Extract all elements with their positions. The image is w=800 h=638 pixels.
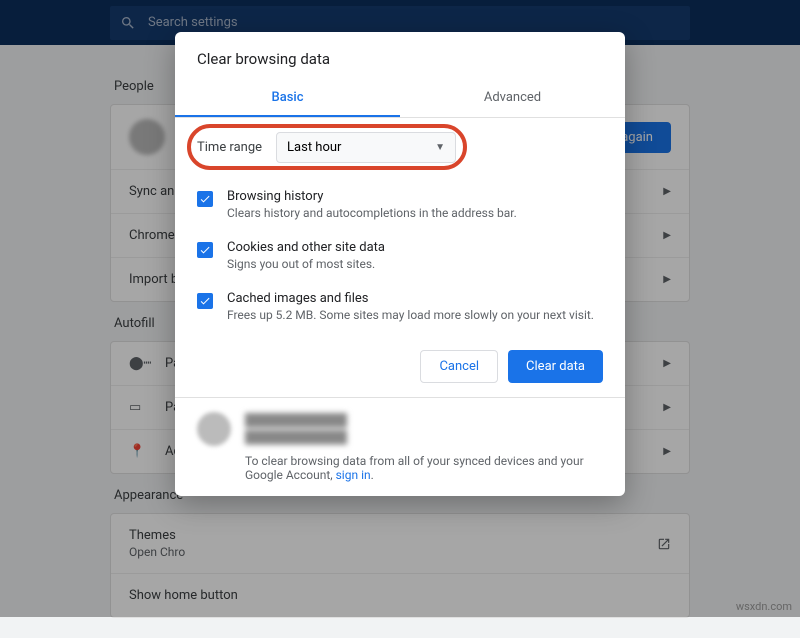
clear-browsing-dialog: Clear browsing data Basic Advanced Time … (175, 32, 625, 496)
sign-in-link[interactable]: sign in (336, 468, 371, 482)
cookies-option[interactable]: Cookies and other site data Signs you ou… (197, 230, 603, 281)
dialog-tabs: Basic Advanced (175, 80, 625, 118)
clear-data-button[interactable]: Clear data (508, 350, 603, 383)
checkbox-checked[interactable] (197, 293, 213, 309)
checkbox-checked[interactable] (197, 242, 213, 258)
browsing-history-option[interactable]: Browsing history Clears history and auto… (197, 179, 603, 230)
checkbox-checked[interactable] (197, 191, 213, 207)
watermark: wsxdn.com (736, 600, 792, 613)
footer-avatar (197, 412, 231, 446)
time-range-label: Time range (197, 140, 262, 155)
tab-basic[interactable]: Basic (175, 80, 400, 117)
cached-files-option[interactable]: Cached images and files Frees up 5.2 MB.… (197, 281, 603, 332)
dialog-footer: ████████████████████████ To clear browsi… (175, 397, 625, 496)
dropdown-icon: ▼ (435, 142, 445, 153)
footer-account-name: ████████████████████████ (245, 412, 603, 446)
dialog-title: Clear browsing data (175, 32, 625, 80)
modal-overlay: Clear browsing data Basic Advanced Time … (0, 0, 800, 617)
cancel-button[interactable]: Cancel (420, 350, 498, 383)
tab-advanced[interactable]: Advanced (400, 80, 625, 117)
time-range-select[interactable]: Last hour ▼ (276, 132, 456, 163)
